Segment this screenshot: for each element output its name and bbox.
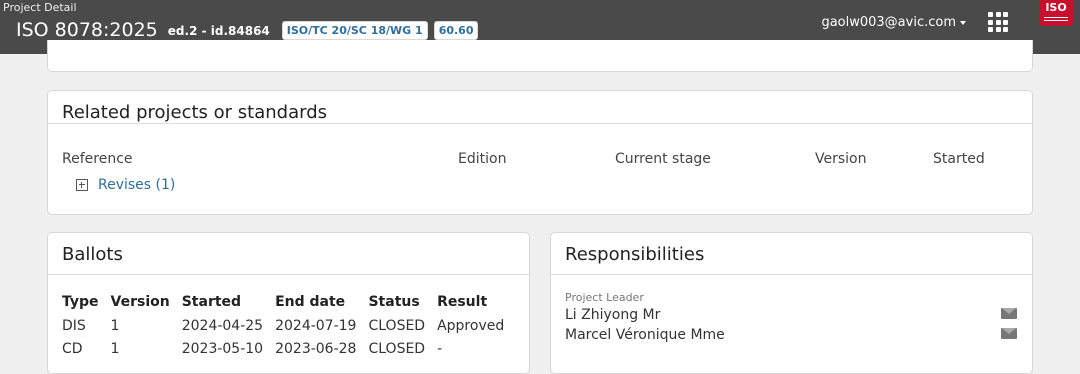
table-row: DIS 1 2024-04-25 2024-07-19 CLOSED Appro… xyxy=(62,314,516,337)
column-result: Result xyxy=(437,294,488,310)
ballots-table: Type Version Started End date Status Res… xyxy=(62,292,516,360)
revises-link[interactable]: Revises (1) xyxy=(98,177,175,193)
header-subtitle: Project Detail xyxy=(3,1,77,14)
table-header-row: Type Version Started End date Status Res… xyxy=(62,292,516,314)
column-started: Started xyxy=(181,294,242,310)
ballot-started: 2024-04-25 xyxy=(181,317,264,334)
title-row: ISO 8078:2025 ed.2 - id.84864 ISO/TC 20/… xyxy=(16,19,479,41)
related-projects-card: Related projects or standards Reference … xyxy=(47,90,1033,215)
person-name: Li Zhiyong Mr xyxy=(565,307,661,323)
responsibilities-card: Responsibilities Project Leader Li Zhiyo… xyxy=(550,232,1033,374)
user-menu[interactable]: gaolw003@avic.com xyxy=(821,15,966,30)
role-label: Project Leader xyxy=(565,291,644,304)
ballot-version: 1 xyxy=(110,340,120,357)
mail-icon[interactable] xyxy=(1001,328,1017,339)
ballot-end-date: 2024-07-19 xyxy=(275,317,357,334)
committee-badge[interactable]: ISO/TC 20/SC 18/WG 1 xyxy=(281,20,428,40)
ballot-result: Approved xyxy=(437,317,505,334)
ballot-status: CLOSED xyxy=(368,340,426,357)
column-version: Version xyxy=(110,294,170,310)
apps-grid-icon[interactable] xyxy=(988,12,1008,32)
person-name: Marcel Véronique Mme xyxy=(565,327,725,343)
user-email: gaolw003@avic.com xyxy=(821,15,956,30)
column-edition: Edition xyxy=(458,151,507,167)
responsibilities-title: Responsibilities xyxy=(551,233,1032,275)
column-end-date: End date xyxy=(275,294,346,310)
mail-icon[interactable] xyxy=(1001,308,1017,319)
ballot-version: 1 xyxy=(110,317,120,334)
previous-card xyxy=(47,40,1033,72)
related-title: Related projects or standards xyxy=(48,91,1032,124)
revises-toggle[interactable]: Revises (1) xyxy=(76,177,175,193)
column-started: Started xyxy=(933,151,985,167)
column-status: Status xyxy=(368,294,420,310)
stage-badge[interactable]: 60.60 xyxy=(433,20,479,40)
column-reference: Reference xyxy=(62,151,133,167)
ballot-result: - xyxy=(437,340,443,357)
table-row: CD 1 2023-05-10 2023-06-28 CLOSED - xyxy=(62,337,516,360)
ballot-started: 2023-05-10 xyxy=(181,340,264,357)
ballots-card: Ballots Type Version Started End date St… xyxy=(47,232,530,374)
ballot-type-link[interactable]: DIS xyxy=(62,314,111,337)
project-title: ISO 8078:2025 xyxy=(16,19,158,41)
column-current-stage: Current stage xyxy=(615,151,711,167)
chevron-down-icon xyxy=(960,20,966,25)
column-type: Type xyxy=(62,294,99,310)
column-version: Version xyxy=(815,151,867,167)
ballots-title: Ballots xyxy=(48,233,529,275)
ballot-status: CLOSED xyxy=(368,317,426,334)
ballot-type-link[interactable]: CD xyxy=(62,337,111,360)
iso-logo[interactable]: ISO xyxy=(1039,0,1073,26)
edition-id: ed.2 - id.84864 xyxy=(167,24,270,38)
ballot-end-date: 2023-06-28 xyxy=(275,340,357,357)
plus-square-icon[interactable] xyxy=(76,179,88,191)
